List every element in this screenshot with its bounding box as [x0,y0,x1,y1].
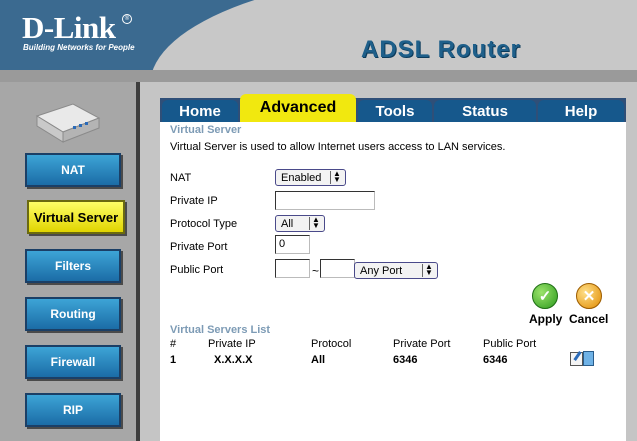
column-header-number: # [170,338,177,350]
section-description: Virtual Server is used to allow Internet… [170,141,506,153]
sidebar-item-nat[interactable]: NAT [25,153,121,187]
cancel-button[interactable]: Cancel [569,312,608,326]
protocol-type-label: Protocol Type [170,218,238,230]
select-arrows-icon: ▲ ▼ [330,170,343,184]
table-row-public-port: 6346 [483,354,508,366]
apply-button[interactable]: Apply [529,312,562,326]
sidebar-item-filters[interactable]: Filters [25,249,121,283]
page-header: D-Link ® Building Networks for People AD… [0,0,637,82]
brand-tagline: Building Networks for People [23,43,135,52]
public-port-label: Public Port [170,264,224,276]
port-range-separator: ~ [312,264,320,278]
table-row-protocol: All [311,354,326,366]
table-row-private-port: 6346 [393,354,418,366]
tab-home[interactable]: Home [162,100,238,122]
select-arrows-icon: ▲ ▼ [422,263,435,277]
main-panel [160,122,626,441]
port-preset-select[interactable]: Any Port ▲ ▼ [354,262,438,279]
nat-select[interactable]: Enabled ▲ ▼ [275,169,346,186]
column-header-private-ip: Private IP [208,338,256,350]
brand-logo: D-Link [22,10,116,45]
nat-label: NAT [170,172,192,184]
public-port-start-input[interactable] [275,259,310,278]
tab-status[interactable]: Status [434,100,536,122]
private-port-label: Private Port [170,241,228,253]
apply-check-icon[interactable]: ✓ [532,283,558,309]
sidebar-item-virtual-server[interactable]: Virtual Server [27,200,125,234]
nat-select-value: Enabled [281,171,322,184]
cancel-x-icon[interactable]: ✕ [576,283,602,309]
tab-help[interactable]: Help [538,100,624,122]
sidebar-item-routing[interactable]: Routing [25,297,121,331]
column-header-private-port: Private Port [393,338,451,350]
port-preset-value: Any Port [360,264,403,277]
select-arrows-icon: ▲ ▼ [309,216,322,230]
column-header-public-port: Public Port [483,338,537,350]
protocol-type-select[interactable]: All ▲ ▼ [275,215,325,232]
protocol-select-value: All [281,217,294,230]
sidebar-item-rip[interactable]: RIP [25,393,121,427]
private-port-input[interactable]: 0 [275,235,310,254]
private-ip-input[interactable] [275,191,375,210]
trash-icon[interactable] [583,351,594,366]
private-ip-label: Private IP [170,195,218,207]
tab-tools[interactable]: Tools [358,100,432,122]
product-name: ADSL Router [361,36,521,63]
table-row-private-ip: X.X.X.X [214,354,253,366]
header-band [0,70,637,82]
table-row-number: 1 [170,354,177,366]
sidebar-item-firewall[interactable]: Firewall [25,345,121,379]
virtual-servers-list-title: Virtual Servers List [170,324,271,336]
public-port-end-input[interactable] [320,259,355,278]
section-title: Virtual Server [170,124,242,136]
tab-advanced[interactable]: Advanced [240,94,356,122]
column-header-protocol: Protocol [311,338,352,350]
router-device-icon [35,103,101,143]
edit-icon[interactable] [570,352,583,366]
registered-mark-icon: ® [122,14,132,24]
